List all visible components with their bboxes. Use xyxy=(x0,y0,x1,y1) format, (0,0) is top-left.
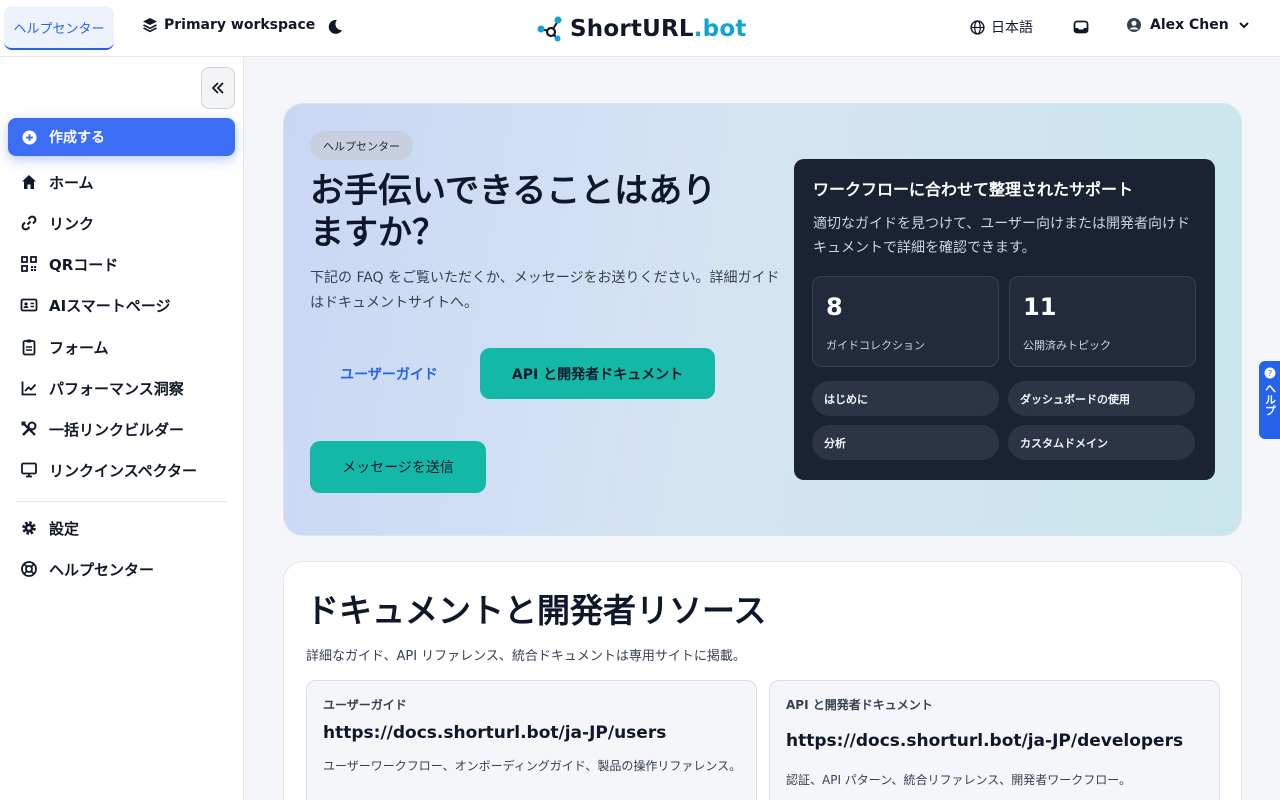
gear-icon xyxy=(22,521,36,535)
collapse-sidebar-button[interactable] xyxy=(201,67,235,109)
docs-section: ドキュメントと開発者リソース 詳細なガイド、API リファレンス、統合ドキュメン… xyxy=(283,561,1242,800)
plus-circle-icon xyxy=(22,129,37,145)
support-card-subtitle: 適切なガイドを見つけて、ユーザー向けまたは開発者向けドキュメントで詳細を確認でき… xyxy=(813,216,1191,256)
top-bar: ヘルプセンター Primary workspace ShortURL.bot 日… xyxy=(0,0,1280,57)
topic-pill-getting-started[interactable]: はじめに xyxy=(812,381,999,416)
topic-pill-custom-domains[interactable]: カスタムドメイン xyxy=(1008,425,1195,460)
create-label: 作成する xyxy=(49,130,105,146)
hero-badge: ヘルプセンター xyxy=(310,131,413,160)
sidebar-item-bulk-link-builder[interactable]: 一括リンクビルダー xyxy=(20,417,184,441)
sidebar-item-label: ホーム xyxy=(49,173,94,192)
hero-subtitle: 下記の FAQ をご覧いただくか、メッセージをお送りください。詳細ガイドはドキュ… xyxy=(310,270,780,311)
support-card: ワークフローに合わせて整理されたサポート 適切なガイドを見つけて、ユーザー向けま… xyxy=(794,159,1215,480)
sidebar-item-label: 設定 xyxy=(49,519,80,538)
api-docs-button[interactable]: API と開発者ドキュメント xyxy=(480,348,715,399)
logo[interactable]: ShortURL.bot xyxy=(536,15,747,43)
link-icon xyxy=(21,215,37,231)
layers-icon xyxy=(143,18,157,33)
monitor-icon xyxy=(21,462,37,478)
docs-subtitle: 詳細なガイド、API リファレンス、統合ドキュメントは専用サイトに掲載。 xyxy=(306,649,746,664)
floating-help-button[interactable]: ? ヘルプ xyxy=(1259,361,1280,439)
stat-value: 11 xyxy=(1023,293,1057,321)
support-card-title: ワークフローに合わせて整理されたサポート xyxy=(813,180,1134,199)
chevron-down-icon xyxy=(1239,22,1249,29)
svg-text:?: ? xyxy=(1267,369,1271,378)
send-message-button[interactable]: メッセージを送信 xyxy=(310,441,486,493)
sidebar-item-forms[interactable]: フォーム xyxy=(20,335,109,359)
globe-icon xyxy=(970,19,985,35)
sidebar-item-label: リンク xyxy=(49,214,95,233)
doc-card-description: 認証、API パターン、統合リファレンス、開発者ワークフロー。 xyxy=(786,773,1132,787)
share-nodes-icon xyxy=(537,16,562,42)
topic-pill-analytics[interactable]: 分析 xyxy=(812,425,999,460)
sidebar-item-label: 一括リンクビルダー xyxy=(49,420,185,439)
sidebar-item-performance[interactable]: パフォーマンス洞察 xyxy=(20,376,184,400)
language-selector[interactable]: 日本語 xyxy=(970,17,1033,37)
doc-card-url[interactable]: https://docs.shorturl.bot/ja-JP/users xyxy=(323,723,666,743)
help-circle-icon: ? xyxy=(1264,367,1275,379)
sidebar-item-label: パフォーマンス洞察 xyxy=(49,379,184,398)
home-icon xyxy=(22,175,36,189)
sidebar-item-link-inspector[interactable]: リンクインスペクター xyxy=(20,458,197,482)
hero-section: ヘルプセンター お手伝いできることはありますか？ 下記の FAQ をご覧いただく… xyxy=(283,103,1242,536)
stat-guide-collections: 8 ガイドコレクション xyxy=(812,276,999,367)
sidebar-item-label: ヘルプセンター xyxy=(49,560,155,579)
sidebar-item-home[interactable]: ホーム xyxy=(20,170,94,194)
stat-label: ガイドコレクション xyxy=(826,339,925,352)
sidebar-item-links[interactable]: リンク xyxy=(20,211,94,235)
language-label: 日本語 xyxy=(991,20,1033,36)
sidebar: 作成する ホーム リンク QRコード AIスマートページ フォーム パフォーマン… xyxy=(0,57,244,800)
sidebar-item-label: AIスマートページ xyxy=(49,296,171,315)
clipboard-icon xyxy=(22,339,36,356)
sidebar-item-ai-smart-page[interactable]: AIスマートページ xyxy=(20,293,170,317)
sidebar-item-label: QRコード xyxy=(49,255,119,274)
chart-icon xyxy=(21,381,37,396)
sidebar-item-label: リンクインスペクター xyxy=(49,461,198,480)
page-title: お手伝いできることはありますか？ xyxy=(310,171,717,253)
sidebar-item-help-center[interactable]: ヘルプセンター xyxy=(20,557,154,581)
user-avatar-icon xyxy=(1127,18,1141,32)
id-card-icon xyxy=(20,298,38,312)
doc-card-description: ユーザーワークフロー、オンボーディングガイド、製品の操作リファレンス。 xyxy=(323,759,742,773)
qr-icon xyxy=(21,256,37,272)
doc-card-api-docs[interactable]: API と開発者ドキュメント https://docs.shorturl.bot… xyxy=(769,680,1220,800)
stat-label: 公開済みトピック xyxy=(1023,339,1111,352)
floating-help-label: ヘルプ xyxy=(1263,383,1277,416)
double-chevron-left-icon xyxy=(211,82,224,94)
workspace-name: Primary workspace xyxy=(164,17,316,33)
logo-text: ShortURL.bot xyxy=(570,16,747,42)
docs-title: ドキュメントと開発者リソース xyxy=(306,591,767,630)
sidebar-item-settings[interactable]: 設定 xyxy=(20,516,79,540)
sidebar-divider xyxy=(16,501,227,502)
inbox-icon[interactable] xyxy=(1073,19,1089,35)
stat-published-topics: 11 公開済みトピック xyxy=(1009,276,1196,367)
lifebuoy-icon xyxy=(21,561,37,577)
tools-icon xyxy=(21,421,37,436)
moon-icon[interactable] xyxy=(326,18,344,36)
doc-card-user-guide[interactable]: ユーザーガイド https://docs.shorturl.bot/ja-JP/… xyxy=(306,680,757,800)
doc-card-label: ユーザーガイド xyxy=(323,698,407,712)
stat-value: 8 xyxy=(826,293,843,321)
create-button[interactable]: 作成する xyxy=(8,118,235,156)
workspace-selector[interactable]: Primary workspace xyxy=(142,17,315,33)
doc-card-label: API と開発者ドキュメント xyxy=(786,698,933,712)
user-name: Alex Chen xyxy=(1150,17,1229,33)
sidebar-item-label: フォーム xyxy=(49,338,109,357)
topic-pill-dashboard[interactable]: ダッシュボードの使用 xyxy=(1008,381,1195,416)
user-menu[interactable]: Alex Chen xyxy=(1126,17,1251,33)
doc-card-url[interactable]: https://docs.shorturl.bot/ja-JP/develope… xyxy=(786,731,1183,751)
sidebar-item-qr-codes[interactable]: QRコード xyxy=(20,252,118,276)
help-center-tab[interactable]: ヘルプセンター xyxy=(4,6,114,50)
user-guide-button[interactable]: ユーザーガイド xyxy=(312,348,466,399)
